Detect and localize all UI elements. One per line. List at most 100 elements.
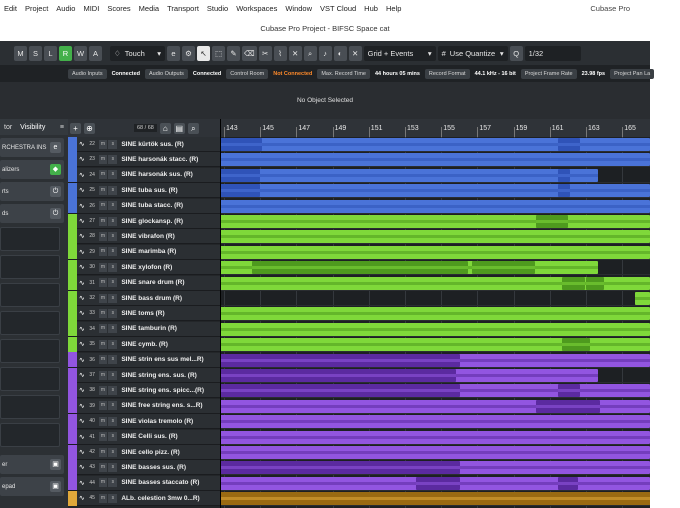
track-row[interactable]: ∿ 22 m s SINE kürtök sus. (R) (68, 137, 220, 152)
track-name[interactable]: SINE tuba sus. (R) (121, 187, 220, 194)
track-lane[interactable] (220, 460, 650, 476)
solo-button[interactable]: s (108, 231, 118, 241)
track-row[interactable]: ∿ 23 m s SINE harsonák stacc. (R) (68, 151, 220, 168)
track-lane[interactable] (220, 383, 650, 399)
expand-icon[interactable]: ▣ (50, 481, 61, 492)
track-lane[interactable] (220, 430, 650, 445)
track-name[interactable]: SINE strin ens sus mel...R) (121, 356, 220, 363)
midi-part[interactable] (536, 399, 600, 413)
track-name[interactable]: SINE cello pizz. (R) (121, 449, 220, 456)
solo-button[interactable]: s (108, 355, 118, 365)
midi-part[interactable] (558, 184, 570, 198)
inspector-notepad-row[interactable]: epad ▣ (0, 477, 64, 496)
mute-button[interactable]: m (98, 339, 108, 349)
mute-tool-icon[interactable]: ✕ (288, 45, 302, 61)
track-row[interactable]: ∿ 42 m s SINE cello pizz. (R) (68, 444, 220, 460)
track-lane[interactable] (220, 137, 650, 152)
track-lane[interactable] (220, 445, 650, 460)
send-slot[interactable] (0, 367, 60, 391)
mute-button[interactable]: m (98, 447, 108, 457)
track-name[interactable]: ALb. celestion 3mw 0...R) (121, 495, 220, 502)
list-icon[interactable]: ▤ (173, 122, 185, 134)
track-lane[interactable] (220, 245, 650, 260)
menu-item-edit[interactable]: Edit (0, 4, 21, 13)
color-tool-icon[interactable]: ◐ (333, 45, 347, 61)
solo-button[interactable]: s (108, 478, 118, 488)
inspector-bottom-row[interactable]: er ▣ (0, 455, 64, 474)
solo-button[interactable]: s (108, 370, 118, 380)
menu-item-midi[interactable]: MIDI (79, 4, 103, 13)
track-name[interactable]: SINE basses staccato (R) (121, 479, 220, 486)
quantize-preset-field[interactable]: 1/32 (524, 45, 581, 61)
track-lane[interactable] (220, 291, 650, 306)
menu-item-transport[interactable]: Transport (163, 4, 203, 13)
solo-button[interactable]: s (108, 447, 118, 457)
midi-part[interactable] (220, 322, 650, 336)
menu-item-media[interactable]: Media (135, 4, 163, 13)
track-row[interactable]: ∿ 27 m s SINE glockansp. (R) (68, 213, 220, 229)
track-name[interactable]: SINE xylofon (R) (121, 264, 220, 271)
solo-button[interactable]: s (108, 278, 118, 288)
track-row[interactable]: ∿ 24 m s SINE harsonák sus. (R) (68, 167, 220, 183)
midi-part[interactable] (558, 476, 578, 490)
track-lane[interactable] (220, 199, 650, 214)
solo-button[interactable]: s (108, 416, 118, 426)
track-lane[interactable] (220, 183, 650, 199)
midi-part[interactable] (220, 138, 262, 151)
track-lane[interactable] (220, 337, 650, 353)
solo-button[interactable]: s (108, 308, 118, 318)
home-icon[interactable]: ⌂ (159, 122, 171, 134)
track-lane[interactable] (220, 276, 650, 291)
track-lane[interactable] (220, 152, 650, 168)
quantize-select[interactable]: # Use Quantize ▾ (437, 45, 508, 61)
mute-button[interactable]: m (98, 493, 108, 503)
midi-part[interactable] (220, 430, 650, 444)
track-lane[interactable] (220, 260, 650, 276)
state-button-m[interactable]: M (14, 45, 27, 61)
split-tool-icon[interactable]: ✂ (258, 45, 272, 61)
track-name[interactable]: SINE tamburin (R) (121, 325, 220, 332)
inspector-equalizers-row[interactable]: alizers ◆ (0, 160, 64, 179)
track-lane[interactable] (220, 476, 650, 491)
track-row[interactable]: ∿ 39 m s SINE free string ens. s...R) (68, 398, 220, 414)
mute-button[interactable]: m (98, 139, 108, 149)
midi-part[interactable] (558, 168, 570, 182)
add-track-icon[interactable]: + (70, 122, 81, 134)
track-name[interactable]: SINE harsonák sus. (R) (121, 171, 220, 178)
bypass-icon[interactable]: ⏻ (50, 208, 61, 219)
midi-part[interactable] (220, 153, 650, 167)
track-lane[interactable] (220, 306, 650, 322)
midi-part[interactable] (220, 369, 456, 382)
midi-part[interactable] (220, 446, 650, 459)
track-lane[interactable] (220, 414, 650, 430)
solo-button[interactable]: s (108, 385, 118, 395)
track-row[interactable]: ∿ 41 m s SINE Celli sus. (R) (68, 429, 220, 445)
send-slot[interactable] (0, 255, 60, 279)
track-row[interactable]: ∿ 25 m s SINE tuba sus. (R) (68, 182, 220, 199)
track-name[interactable]: SINE free string ens. s...R) (121, 402, 220, 409)
midi-part[interactable] (220, 461, 460, 475)
track-row[interactable]: ∿ 32 m s SINE bass drum (R) (68, 290, 220, 306)
send-slot[interactable] (0, 423, 60, 447)
tab-inspector[interactable]: tor (0, 124, 16, 131)
midi-part[interactable] (558, 384, 580, 398)
send-slot[interactable] (0, 283, 60, 307)
track-name[interactable]: SINE violas tremolo (R) (121, 418, 220, 425)
mute-button[interactable]: m (98, 462, 108, 472)
track-row[interactable]: ∿ 34 m s SINE tamburin (R) (68, 321, 220, 337)
track-name[interactable]: SINE Celli sus. (R) (121, 433, 220, 440)
mute-button[interactable]: m (98, 185, 108, 195)
state-button-r[interactable]: R (59, 45, 72, 61)
state-button-w[interactable]: W (74, 45, 87, 61)
edit-instrument-icon[interactable]: e (50, 142, 61, 153)
mute-button[interactable]: m (98, 355, 108, 365)
mute-button[interactable]: m (98, 401, 108, 411)
midi-part[interactable] (252, 261, 468, 275)
midi-part[interactable] (220, 353, 460, 367)
send-slot[interactable] (0, 395, 60, 419)
object-select-tool-icon[interactable]: ↖ (197, 45, 210, 61)
mute-button[interactable]: m (98, 170, 108, 180)
mute-button[interactable]: m (98, 201, 108, 211)
quantize-apply-icon[interactable]: Q (509, 45, 523, 61)
midi-part[interactable] (220, 184, 650, 198)
